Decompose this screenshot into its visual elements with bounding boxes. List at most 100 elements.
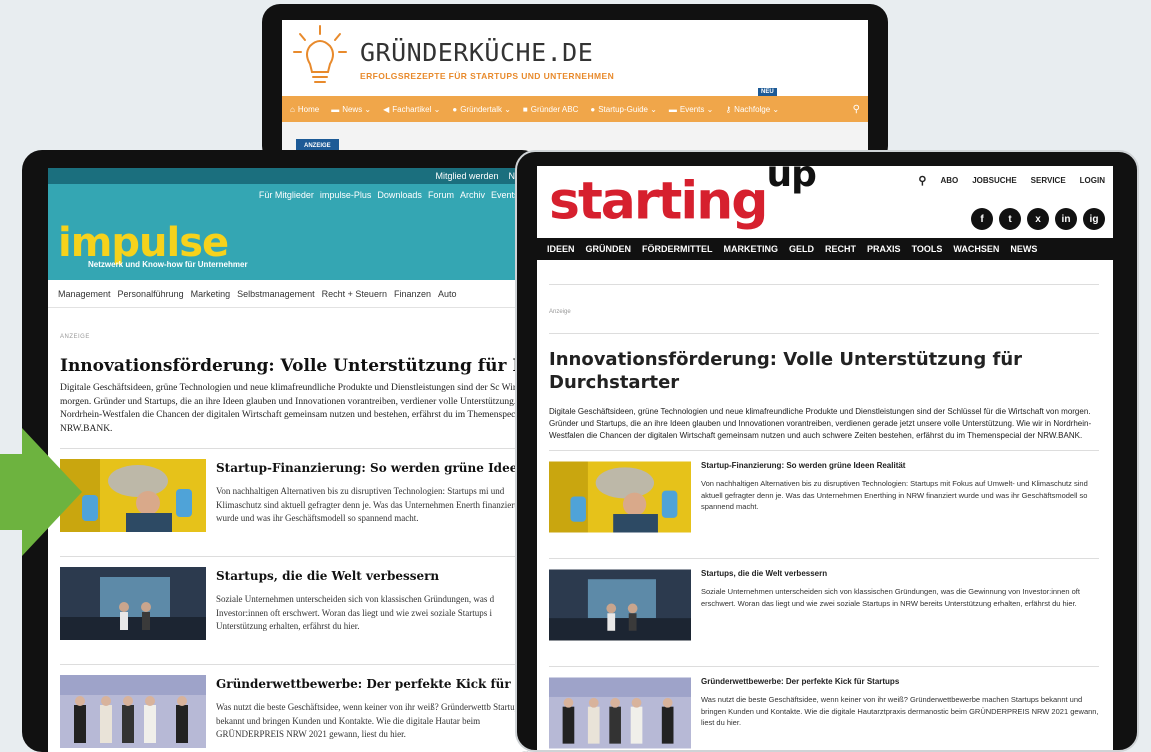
article-title[interactable]: Startups, die die Welt verbessern [701,569,1099,578]
home-icon: ⌂ [290,104,295,114]
nav-praxis[interactable]: PRAXIS [867,244,901,254]
category-nav: Management Personalführung Marketing Sel… [48,280,542,308]
nav-marketing[interactable]: MARKETING [724,244,779,254]
startingup-logo[interactable]: startingup [549,166,817,231]
impulse-tagline: Netzwerk und Know-how für Unternehmer [88,260,248,269]
main-nav: ⌂ Home ▬ News ⌄ ◀ Fachartikel ⌄ ● Gründertal… [282,96,868,122]
article-title[interactable]: Gründerwettbewerbe: Der perfekte Kick fü… [701,677,1099,686]
impulse-banner: Für Mitglieder impulse-Plus Downloads Fo… [48,184,542,280]
intro-text: Digitale Geschäftsideen, grüne Technolog… [549,407,1092,440]
book-icon: ■ [522,104,528,114]
cat-finanzen[interactable]: Finanzen [394,289,431,299]
search-icon[interactable]: ⚲ [853,104,860,115]
article-teaser: Von nachhaltigen Alternativen bis zu dis… [216,486,517,524]
article-item[interactable]: Startup-Finanzierung: So werden grüne Id… [549,450,1099,546]
article-teaser: Soziale Unternehmen unterscheiden sich v… [216,594,495,632]
nav-recht[interactable]: RECHT [825,244,856,254]
article-thumbnail [60,567,206,641]
chat-icon: ● [452,104,458,114]
tablet-impulse: Mitglied werden Newsle Für Mitglieder im… [22,150,542,752]
startingup-screen: startingup ⚲ ABO JOBSUCHE SERVICE LOGIN … [537,166,1113,750]
impulse-links: Für Mitglieder impulse-Plus Downloads Fo… [259,190,536,200]
article-item[interactable]: Startups, die die Welt verbessern Sozial… [549,558,1099,654]
startingup-content: Anzeige Innovationsförderung: Volle Unte… [537,284,1113,750]
site-title[interactable]: GRÜNDERKÜCHE.DE [360,38,593,67]
article-title[interactable]: Gründerwettbewerbe: Der perfekte Kick fü… [216,677,542,691]
article-teaser: Soziale Unternehmen unterscheiden sich v… [701,587,1080,608]
nav-foerdermittel[interactable]: FÖRDERMITTEL [642,244,713,254]
article-title[interactable]: Startup-Finanzierung: So werden grüne Id… [216,461,542,475]
intro-text: Digitale Geschäftsideen, grüne Technolog… [60,383,542,434]
impulse-topbar: Mitglied werden Newsle [48,168,542,184]
util-abo[interactable]: ABO [940,176,958,185]
cat-recht-steuern[interactable]: Recht + Steuern [322,289,387,299]
nav-item-news[interactable]: ▬ News ⌄ [331,105,371,114]
new-badge: NEU [758,88,777,96]
nav-gruenden[interactable]: GRÜNDEN [586,244,632,254]
article-title[interactable]: Startup-Finanzierung: So werden grüne Id… [701,461,1099,470]
bulb-icon: ● [590,104,596,114]
xing-icon[interactable]: x [1027,208,1049,230]
impulse-content: ANZEIGE Innovationsförderung: Volle Unte… [48,334,542,752]
nav-item-events[interactable]: ▬ Events ⌄ [669,105,713,114]
site-subtitle: ERFOLGSREZEPTE FÜR STARTUPS UND UNTERNEH… [360,71,615,81]
article-item[interactable]: Startups, die die Welt verbessern Sozial… [60,556,542,652]
util-service[interactable]: SERVICE [1031,176,1066,185]
ad-label: Anzeige [549,309,1099,334]
calendar-icon: ▬ [668,104,677,114]
startingup-header: startingup ⚲ ABO JOBSUCHE SERVICE LOGIN … [537,166,1113,238]
link-archiv[interactable]: Archiv [460,190,485,200]
article-item[interactable]: Gründerwettbewerbe: Der perfekte Kick fü… [60,664,542,752]
tablet-startingup: startingup ⚲ ABO JOBSUCHE SERVICE LOGIN … [515,150,1139,752]
article-teaser: Was nutzt die beste Geschäftsidee, wenn … [701,695,1099,727]
article-title[interactable]: Startups, die die Welt verbessern [216,569,536,583]
nav-item-nachfolge[interactable]: ⚷ Nachfolge ⌄ [725,105,779,114]
social-links: f t x in ig [971,208,1105,230]
arrow-right-icon [0,428,82,556]
nav-item-gruender-abc[interactable]: ■ Gründer ABC [523,105,578,114]
link-impulse-plus[interactable]: impulse-Plus [320,190,372,200]
megaphone-icon: ◀ [383,104,390,114]
page-title: Innovationsförderung: Volle Unterstützun… [60,356,542,376]
search-icon[interactable]: ⚲ [918,174,926,187]
nav-wachsen[interactable]: WACHSEN [953,244,999,254]
cat-management[interactable]: Management [58,289,111,299]
gruenderkueche-header: GRÜNDERKÜCHE.DE ERFOLGSREZEPTE FÜR START… [282,20,868,96]
link-downloads[interactable]: Downloads [377,190,422,200]
nav-news[interactable]: NEWS [1010,244,1037,254]
news-icon: ▬ [331,104,340,114]
article-item[interactable]: Startup-Finanzierung: So werden grüne Id… [60,448,542,544]
nav-geld[interactable]: GELD [789,244,814,254]
nav-item-fachartikel[interactable]: ◀ Fachartikel ⌄ [383,105,440,114]
instagram-icon[interactable]: ig [1083,208,1105,230]
article-item[interactable]: Gründerwettbewerbe: Der perfekte Kick fü… [549,666,1099,750]
cat-auto[interactable]: Auto [438,289,457,299]
link-forum[interactable]: Forum [428,190,454,200]
article-teaser: Von nachhaltigen Alternativen bis zu dis… [701,479,1088,511]
util-jobsuche[interactable]: JOBSUCHE [972,176,1016,185]
nav-tools[interactable]: TOOLS [912,244,943,254]
nav-ideen[interactable]: IDEEN [547,244,575,254]
nav-item-home[interactable]: ⌂ Home [290,105,319,114]
utility-nav: ⚲ ABO JOBSUCHE SERVICE LOGIN [918,174,1105,187]
gruenderkueche-screen: GRÜNDERKÜCHE.DE ERFOLGSREZEPTE FÜR START… [282,20,868,164]
cat-personalfuehrung[interactable]: Personalführung [118,289,184,299]
divider [549,284,1099,285]
facebook-icon[interactable]: f [971,208,993,230]
twitter-icon[interactable]: t [999,208,1021,230]
article-thumbnail [549,569,691,641]
main-nav: IDEEN GRÜNDEN FÖRDERMITTEL MARKETING GEL… [537,238,1113,260]
page-title: Innovationsförderung: Volle Unterstützun… [549,349,1023,393]
member-link[interactable]: Mitglied werden [435,171,498,181]
link-mitglieder[interactable]: Für Mitglieder [259,190,314,200]
cat-marketing[interactable]: Marketing [191,289,231,299]
impulse-screen: Mitglied werden Newsle Für Mitglieder im… [48,168,542,752]
nav-item-startup-guide[interactable]: ● Startup-Guide ⌄ [590,105,657,114]
util-login[interactable]: LOGIN [1080,176,1105,185]
nav-item-gruendertalk[interactable]: ● Gründertalk ⌄ [452,105,511,114]
linkedin-icon[interactable]: in [1055,208,1077,230]
lightbulb-logo-icon [293,25,347,83]
ad-label: ANZEIGE [60,334,90,340]
cat-selbstmanagement[interactable]: Selbstmanagement [237,289,315,299]
article-thumbnail [60,675,206,749]
